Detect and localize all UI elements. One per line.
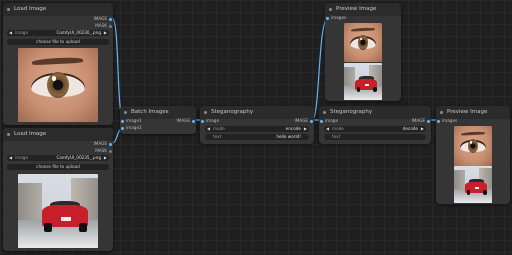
input-pin-icon[interactable] bbox=[326, 16, 329, 20]
input-pin-icon[interactable] bbox=[320, 119, 323, 123]
widget-value: ComfyUI_00230_.png bbox=[56, 30, 101, 35]
slot-label: images bbox=[331, 15, 347, 20]
preview-image-node-1[interactable]: Preview Image images bbox=[325, 3, 401, 101]
upload-button[interactable]: choose file to upload bbox=[7, 164, 109, 170]
slot-label: image2 bbox=[126, 125, 142, 130]
collapse-dot-icon[interactable] bbox=[440, 111, 443, 114]
link-load1-batch-image1 bbox=[111, 17, 125, 121]
arrow-left-icon[interactable]: ◀ bbox=[326, 126, 329, 132]
node-title: Preview Image bbox=[336, 6, 377, 12]
output-slot-image[interactable]: IMAGE bbox=[93, 16, 113, 22]
output-pin-icon[interactable] bbox=[109, 24, 112, 28]
widget-label: text bbox=[213, 134, 222, 139]
widget-value: decode bbox=[402, 126, 418, 131]
output-slot-image[interactable]: IMAGE bbox=[294, 118, 314, 124]
arrow-left-icon[interactable]: ◀ bbox=[9, 30, 12, 36]
node-header[interactable]: Load Image bbox=[3, 3, 113, 16]
arrow-right-icon[interactable]: ▶ bbox=[104, 30, 107, 36]
node-graph-canvas[interactable]: Load Image IMAGE MASK ◀ image ComfyUI_00… bbox=[0, 0, 512, 255]
collapse-dot-icon[interactable] bbox=[323, 111, 326, 114]
slot-label: image1 bbox=[126, 118, 142, 123]
mode-combo-widget[interactable]: ◀ mode encode ▶ bbox=[205, 126, 309, 132]
output-pin-icon[interactable] bbox=[192, 119, 195, 123]
input-pin-icon[interactable] bbox=[201, 119, 204, 123]
collapse-dot-icon[interactable] bbox=[204, 111, 207, 114]
input-pin-icon[interactable] bbox=[121, 126, 124, 130]
input-pin-icon[interactable] bbox=[121, 119, 124, 123]
collapse-dot-icon[interactable] bbox=[7, 133, 10, 136]
widget-value: hello world! bbox=[276, 134, 301, 139]
upload-button[interactable]: choose file to upload bbox=[7, 39, 109, 45]
output-slot-mask[interactable]: MASK bbox=[95, 23, 113, 29]
slot-label: MASK bbox=[95, 148, 107, 153]
slot-label: IMAGE bbox=[93, 141, 107, 146]
widget-value: encode bbox=[285, 126, 301, 131]
input-slot-image1[interactable]: image1 bbox=[120, 118, 142, 124]
steganography-decode-node[interactable]: Steganography image IMAGE ◀ mode decode … bbox=[319, 106, 431, 144]
slot-label: IMAGE bbox=[411, 118, 425, 123]
image-combo-widget[interactable]: ◀ image ComfyUI_00230_.png ▶ bbox=[7, 30, 109, 36]
output-pin-icon[interactable] bbox=[109, 149, 112, 153]
arrow-right-icon[interactable]: ▶ bbox=[421, 126, 424, 132]
widget-label: text bbox=[332, 134, 341, 139]
arrow-right-icon[interactable]: ▶ bbox=[104, 155, 107, 161]
node-title: Steganography bbox=[330, 109, 373, 115]
eye-image-preview bbox=[18, 48, 98, 122]
widget-value: ComfyUI_00235_.png bbox=[56, 155, 101, 160]
preview-eye-image[interactable] bbox=[344, 23, 382, 62]
input-pin-icon[interactable] bbox=[437, 119, 440, 123]
output-slot-image[interactable]: IMAGE bbox=[93, 141, 113, 147]
arrow-right-icon[interactable]: ▶ bbox=[304, 126, 307, 132]
widget-label: image bbox=[15, 155, 29, 160]
slot-label: IMAGE bbox=[93, 16, 107, 21]
collapse-dot-icon[interactable] bbox=[329, 8, 332, 11]
image-combo-widget[interactable]: ◀ image ComfyUI_00235_.png ▶ bbox=[7, 155, 109, 161]
preview-eye-image[interactable] bbox=[454, 126, 492, 166]
input-slot-image[interactable]: image bbox=[200, 118, 219, 124]
mode-combo-widget[interactable]: ◀ mode decode ▶ bbox=[324, 126, 426, 132]
output-slot-mask[interactable]: MASK bbox=[95, 148, 113, 154]
input-slot-image2[interactable]: image2 bbox=[120, 125, 142, 131]
arrow-left-icon[interactable]: ◀ bbox=[9, 155, 12, 161]
load-image-node-2[interactable]: Load Image IMAGE MASK ◀ image ComfyUI_00… bbox=[3, 128, 113, 251]
node-title: Batch Images bbox=[131, 109, 169, 115]
preview-car-image[interactable] bbox=[454, 166, 492, 203]
output-pin-icon[interactable] bbox=[427, 119, 430, 123]
output-pin-icon[interactable] bbox=[109, 17, 112, 21]
node-title: Preview Image bbox=[447, 109, 488, 115]
slot-label: IMAGE bbox=[294, 118, 308, 123]
car-image-preview bbox=[18, 174, 98, 248]
node-header[interactable]: Load Image bbox=[3, 128, 113, 141]
preview-car-image[interactable] bbox=[344, 63, 382, 100]
input-slot-images[interactable]: images bbox=[325, 15, 346, 21]
output-pin-icon[interactable] bbox=[310, 119, 313, 123]
slot-label: image bbox=[206, 118, 220, 123]
text-input-widget[interactable]: text hello world! bbox=[205, 134, 309, 140]
text-input-widget[interactable]: text bbox=[324, 134, 426, 140]
slot-label: IMAGE bbox=[176, 118, 190, 123]
steganography-encode-node[interactable]: Steganography image IMAGE ◀ mode encode … bbox=[200, 106, 314, 144]
slot-label: image bbox=[325, 118, 339, 123]
widget-label: mode bbox=[213, 126, 225, 131]
collapse-dot-icon[interactable] bbox=[124, 111, 127, 114]
arrow-left-icon[interactable]: ◀ bbox=[207, 126, 210, 132]
node-title: Steganography bbox=[211, 109, 254, 115]
output-pin-icon[interactable] bbox=[109, 142, 112, 146]
output-slot-image[interactable]: IMAGE bbox=[176, 118, 196, 124]
node-title: Load Image bbox=[14, 131, 47, 137]
slot-label: images bbox=[442, 118, 458, 123]
preview-image-node-2[interactable]: Preview Image images bbox=[436, 106, 510, 204]
collapse-dot-icon[interactable] bbox=[7, 8, 10, 11]
widget-label: mode bbox=[332, 126, 344, 131]
output-slot-image[interactable]: IMAGE bbox=[411, 118, 431, 124]
node-title: Load Image bbox=[14, 6, 47, 12]
input-slot-images[interactable]: images bbox=[436, 118, 457, 124]
slot-label: MASK bbox=[95, 23, 107, 28]
load-image-node-1[interactable]: Load Image IMAGE MASK ◀ image ComfyUI_00… bbox=[3, 3, 113, 125]
widget-label: image bbox=[15, 30, 29, 35]
input-slot-image[interactable]: image bbox=[319, 118, 338, 124]
batch-images-node[interactable]: Batch Images image1 image2 IMAGE bbox=[120, 106, 196, 134]
